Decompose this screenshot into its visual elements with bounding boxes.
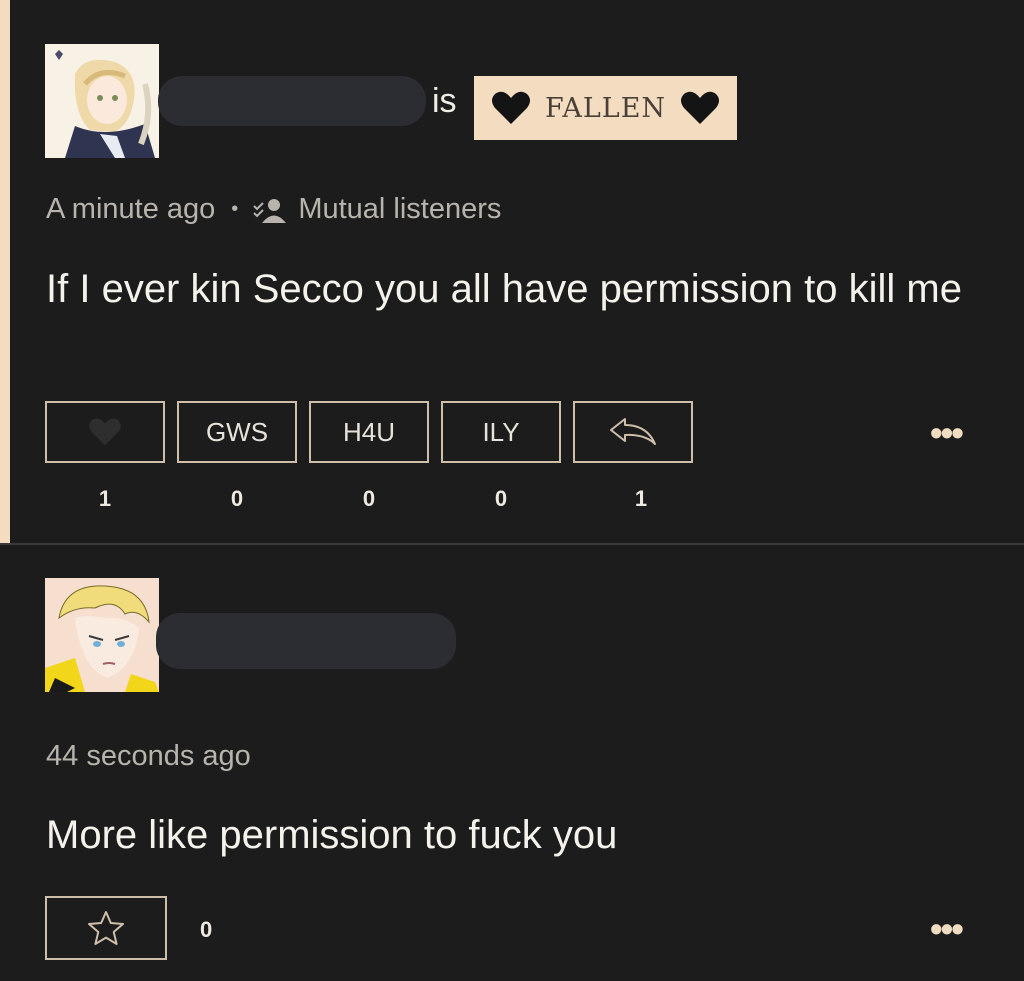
h4u-reaction-button[interactable]: H4U — [309, 401, 429, 463]
gws-reaction-button[interactable]: GWS — [177, 401, 297, 463]
h4u-count: 0 — [362, 486, 376, 511]
status-connector: is — [432, 82, 457, 120]
star-icon — [88, 911, 124, 945]
heart-reaction-button[interactable] — [45, 401, 165, 463]
more-options-button[interactable]: ••• — [930, 412, 964, 454]
reply-button[interactable] — [573, 401, 693, 463]
black-heart-icon — [491, 91, 530, 124]
post-timestamp: A minute ago — [46, 193, 216, 225]
avatar[interactable] — [45, 44, 159, 158]
ily-count: 0 — [494, 486, 508, 511]
black-heart-icon — [681, 91, 720, 124]
audience-label: Mutual listeners — [298, 193, 502, 225]
reply-timestamp: 44 seconds ago — [46, 740, 251, 772]
mood-badge[interactable]: FALLEN — [474, 76, 737, 140]
heart-icon — [89, 418, 121, 446]
post-meta: A minute ago • Mutual listeners — [46, 193, 501, 226]
reply-username-redacted[interactable] — [156, 613, 456, 669]
reply-avatar[interactable] — [45, 578, 159, 692]
star-button[interactable] — [45, 896, 167, 960]
reply-count: 1 — [634, 486, 648, 511]
status-post: is FALLEN A minute ago • Mutual listener… — [0, 0, 1024, 543]
reply-icon — [610, 418, 656, 445]
reaction-bar: GWS H4U ILY — [45, 401, 693, 463]
heart-count: 1 — [98, 486, 112, 511]
reply-text: More like permission to fuck you — [46, 813, 618, 857]
post-text: If I ever kin Secco you all have permiss… — [46, 267, 962, 311]
username-redacted[interactable] — [158, 76, 426, 126]
post-divider — [0, 543, 1024, 545]
reply-more-options-button[interactable]: ••• — [930, 908, 964, 950]
ily-reaction-button[interactable]: ILY — [441, 401, 561, 463]
gws-count: 0 — [230, 486, 244, 511]
mood-label: FALLEN — [544, 92, 667, 124]
meta-separator: • — [231, 198, 239, 220]
star-count: 0 — [200, 917, 213, 942]
mutual-listeners-icon — [253, 198, 287, 223]
